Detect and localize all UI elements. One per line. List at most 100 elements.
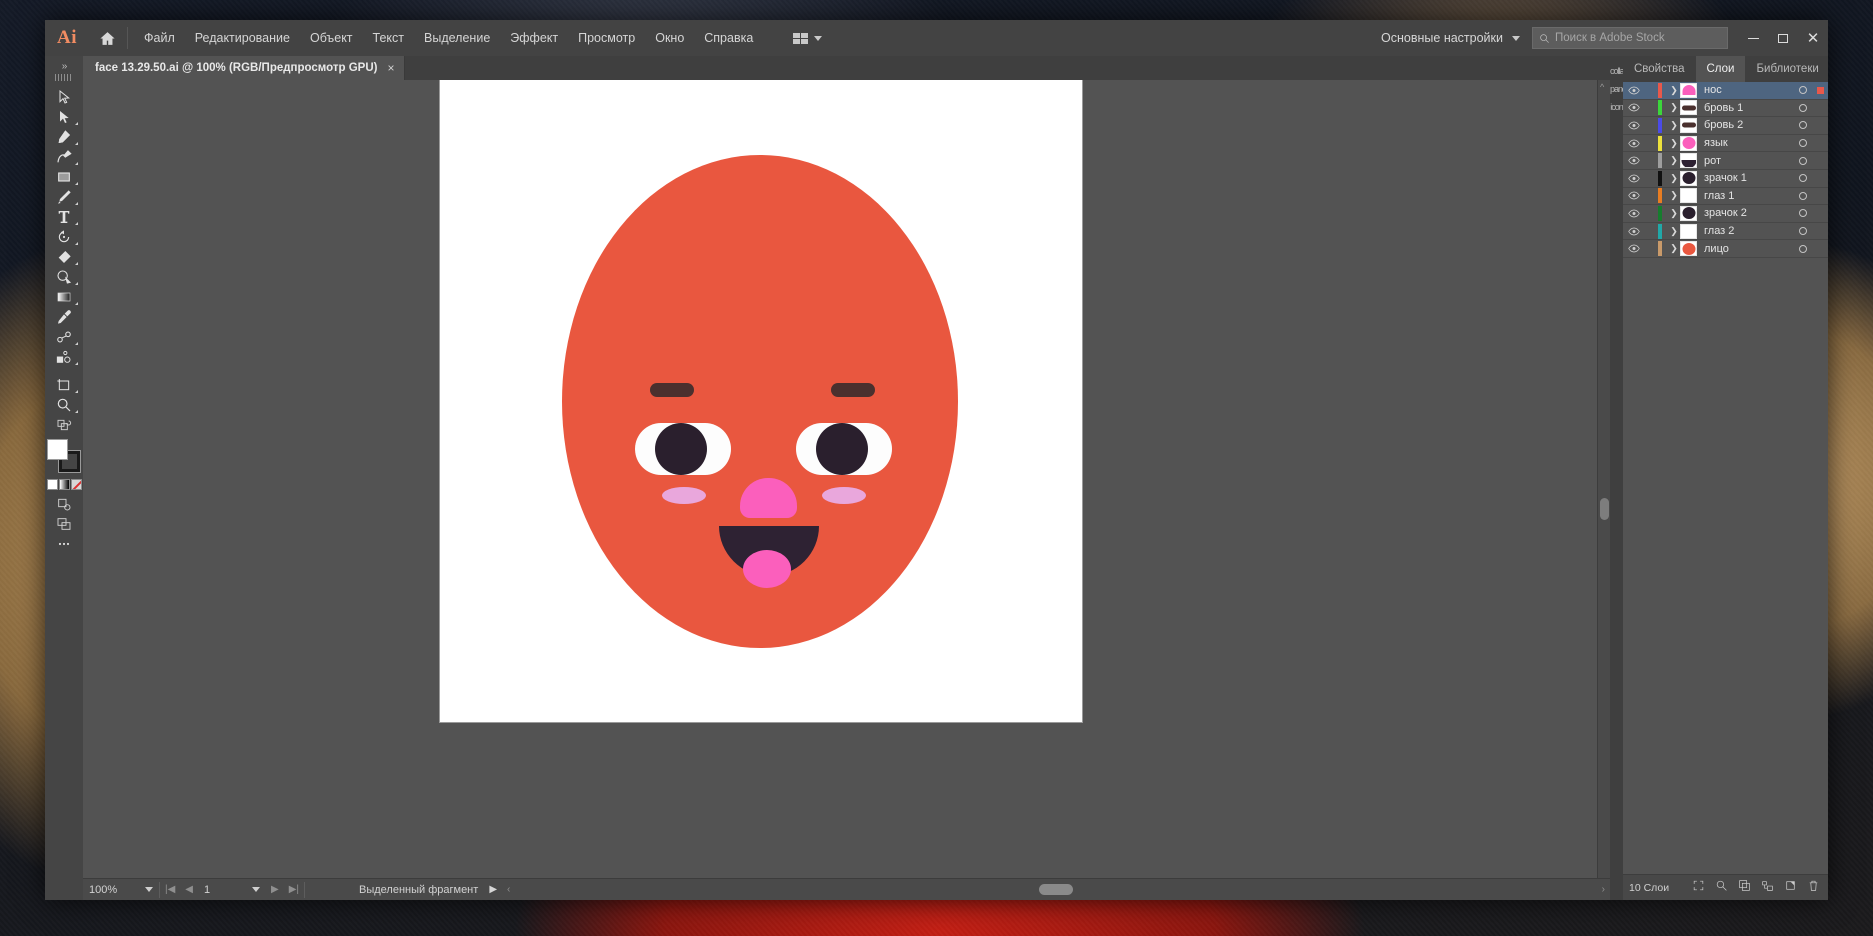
menu-item-window[interactable]: Окно xyxy=(645,27,694,49)
layer-target-icon[interactable] xyxy=(1790,227,1816,235)
layer-name[interactable]: язык xyxy=(1704,137,1790,149)
document-tab[interactable]: face 13.29.50.ai @ 100% (RGB/Предпросмот… xyxy=(83,56,405,80)
color-button[interactable] xyxy=(47,479,58,490)
search-layer-icon[interactable] xyxy=(1715,879,1728,897)
horizontal-scrollbar-thumb[interactable] xyxy=(1039,884,1073,895)
next-artboard-button[interactable]: ▶ xyxy=(266,884,284,895)
layer-visibility-icon[interactable] xyxy=(1623,103,1645,112)
layer-name[interactable]: глаз 1 xyxy=(1704,190,1790,202)
collapse-tools-icon[interactable]: » xyxy=(45,60,83,74)
layer-target-icon[interactable] xyxy=(1790,157,1816,165)
layer-visibility-icon[interactable] xyxy=(1623,244,1645,253)
layer-name[interactable]: глаз 2 xyxy=(1704,225,1790,237)
panel-menu-icon[interactable] xyxy=(1830,56,1842,82)
make-clipping-mask-icon[interactable] xyxy=(1738,879,1751,897)
menu-item-effect[interactable]: Эффект xyxy=(500,27,568,49)
layer-target-icon[interactable] xyxy=(1790,174,1816,182)
tab-layers[interactable]: Слои xyxy=(1696,56,1746,82)
layer-expand-icon[interactable]: ❯ xyxy=(1668,138,1680,149)
layer-visibility-icon[interactable] xyxy=(1623,86,1645,95)
new-sublayer-icon[interactable] xyxy=(1761,879,1774,897)
status-collapse-icon[interactable]: ‹ xyxy=(502,884,515,895)
eyedropper-tool[interactable] xyxy=(47,307,81,327)
layer-row-3[interactable]: ❯ язык xyxy=(1623,135,1828,153)
zoom-dropdown-button[interactable] xyxy=(139,881,159,899)
vertical-scrollbar-thumb[interactable] xyxy=(1600,498,1609,520)
layer-visibility-icon[interactable] xyxy=(1623,139,1645,148)
artwork-pupil-1[interactable] xyxy=(655,423,707,475)
direct-selection-tool[interactable] xyxy=(47,107,81,127)
layer-selection-indicator[interactable] xyxy=(1816,87,1828,94)
layer-name[interactable]: бровь 2 xyxy=(1704,119,1790,131)
layer-expand-icon[interactable]: ❯ xyxy=(1668,226,1680,237)
artwork-tongue[interactable] xyxy=(743,550,791,588)
eraser-tool[interactable] xyxy=(47,247,81,267)
layer-visibility-icon[interactable] xyxy=(1623,209,1645,218)
layer-name[interactable]: рот xyxy=(1704,155,1790,167)
artwork-cheek-2[interactable] xyxy=(822,487,866,504)
pen-tool[interactable] xyxy=(47,127,81,147)
layer-target-icon[interactable] xyxy=(1790,139,1816,147)
artwork-cheek-1[interactable] xyxy=(662,487,706,504)
layers-list[interactable]: ❯ нос ❯ бровь 1 ❯ бровь 2 ❯ язык ❯ рот ❯ зрачок 1 ❯ г… xyxy=(1623,82,1828,874)
layer-row-8[interactable]: ❯ глаз 2 xyxy=(1623,223,1828,241)
curvature-tool[interactable] xyxy=(47,147,81,167)
layer-visibility-icon[interactable] xyxy=(1623,191,1645,200)
tab-properties[interactable]: Свойства xyxy=(1623,56,1696,82)
zoom-level-field[interactable]: 100% xyxy=(83,881,139,899)
artwork-brow-1[interactable] xyxy=(650,383,694,397)
horizontal-scrollbar[interactable] xyxy=(515,884,1596,895)
locate-object-icon[interactable] xyxy=(1692,879,1705,897)
rectangle-tool[interactable] xyxy=(47,167,81,187)
artboard-tool[interactable] xyxy=(47,375,81,395)
gradient-button[interactable] xyxy=(59,479,70,490)
minimize-button[interactable] xyxy=(1738,20,1768,56)
layer-target-icon[interactable] xyxy=(1790,245,1816,253)
last-artboard-button[interactable]: ▶| xyxy=(284,884,304,895)
layer-name[interactable]: бровь 1 xyxy=(1704,102,1790,114)
close-icon[interactable]: × xyxy=(387,62,394,74)
layer-visibility-icon[interactable] xyxy=(1623,227,1645,236)
layer-target-icon[interactable] xyxy=(1790,209,1816,217)
layer-name[interactable]: зрачок 1 xyxy=(1704,172,1790,184)
status-menu-button[interactable]: ▶ xyxy=(484,884,502,895)
menu-item-view[interactable]: Просмотр xyxy=(568,27,645,49)
type-tool[interactable] xyxy=(47,207,81,227)
layer-target-icon[interactable] xyxy=(1790,121,1816,129)
workspace-switcher[interactable]: Основные настройки xyxy=(1369,31,1532,45)
blend-tool[interactable] xyxy=(47,327,81,347)
layer-row-7[interactable]: ❯зрачок 2 xyxy=(1623,205,1828,223)
new-layer-icon[interactable] xyxy=(1784,879,1797,897)
layer-name[interactable]: зрачок 2 xyxy=(1704,207,1790,219)
layer-row-2[interactable]: ❯ бровь 2 xyxy=(1623,117,1828,135)
selection-tool[interactable] xyxy=(47,87,81,107)
scroll-right-icon[interactable]: › xyxy=(1597,884,1610,895)
layer-row-0[interactable]: ❯ нос xyxy=(1623,82,1828,100)
paintbrush-tool[interactable] xyxy=(47,187,81,207)
layer-expand-icon[interactable]: ❯ xyxy=(1668,155,1680,166)
layer-row-6[interactable]: ❯ глаз 1 xyxy=(1623,188,1828,206)
artboard[interactable] xyxy=(440,80,1082,722)
artboard-dropdown-button[interactable] xyxy=(246,881,266,899)
layer-expand-icon[interactable]: ❯ xyxy=(1668,120,1680,131)
layer-expand-icon[interactable]: ❯ xyxy=(1668,102,1680,113)
layer-name[interactable]: нос xyxy=(1704,84,1790,96)
canvas[interactable] xyxy=(83,80,1597,878)
menu-item-edit[interactable]: Редактирование xyxy=(185,27,300,49)
prev-artboard-button[interactable]: ◀ xyxy=(180,884,198,895)
layer-expand-icon[interactable]: ❯ xyxy=(1668,190,1680,201)
artwork-brow-2[interactable] xyxy=(831,383,875,397)
layer-visibility-icon[interactable] xyxy=(1623,156,1645,165)
layer-visibility-icon[interactable] xyxy=(1623,121,1645,130)
fill-stroke-swatches[interactable] xyxy=(47,439,81,473)
menu-item-help[interactable]: Справка xyxy=(694,27,763,49)
layer-target-icon[interactable] xyxy=(1790,192,1816,200)
close-button[interactable]: ✕ xyxy=(1798,20,1828,56)
home-icon[interactable] xyxy=(89,20,125,56)
screen-mode-icon[interactable] xyxy=(47,514,81,534)
layer-expand-icon[interactable]: ❯ xyxy=(1668,85,1680,96)
shaper-tool[interactable] xyxy=(47,267,81,287)
layer-visibility-icon[interactable] xyxy=(1623,174,1645,183)
arrange-documents-button[interactable] xyxy=(785,29,830,48)
first-artboard-button[interactable]: |◀ xyxy=(160,884,180,895)
